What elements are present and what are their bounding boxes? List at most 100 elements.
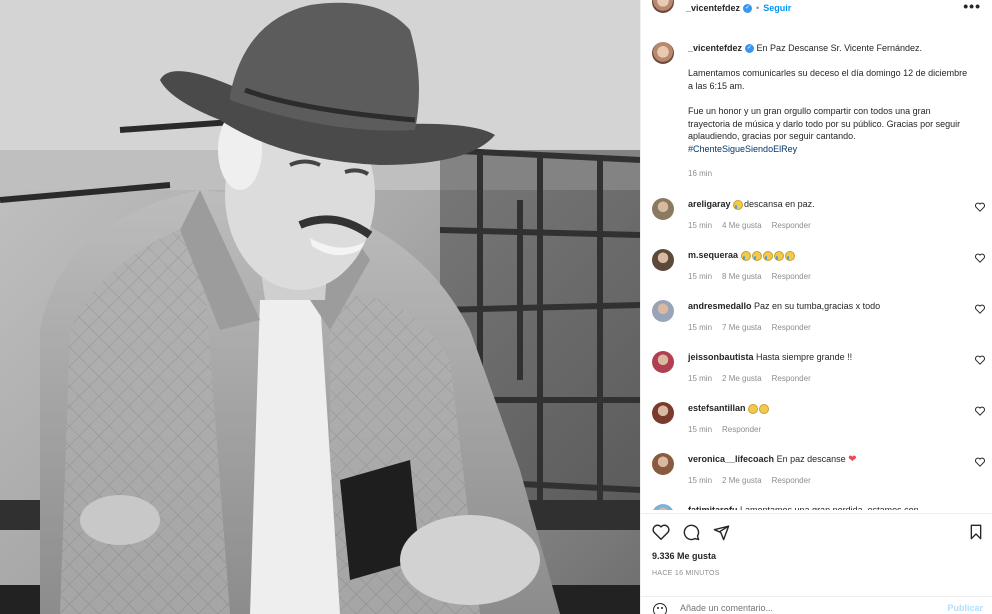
red-heart-emoji-icon: ❤ bbox=[848, 454, 857, 465]
caption-first-text: En Paz Descanse Sr. Vicente Fernández. bbox=[756, 43, 922, 53]
comment-like-heart-icon[interactable] bbox=[975, 355, 985, 365]
comment-time: 15 min bbox=[688, 323, 713, 332]
comment-item: m.sequeraa 15 min 8 Me gusta Responder bbox=[652, 243, 987, 293]
post-panel: _vicentefdez ✓ • Seguir ••• _vicentefdez… bbox=[640, 0, 992, 614]
commenter-avatar[interactable] bbox=[652, 300, 674, 322]
comment-meta: 15 min 8 Me gusta Responder bbox=[688, 272, 821, 281]
photo-artwork bbox=[0, 0, 640, 614]
commenter-avatar[interactable] bbox=[652, 402, 674, 424]
comment-like-heart-icon[interactable] bbox=[975, 253, 985, 263]
comment-text: jeissonbautista Hasta siempre grande !! bbox=[688, 352, 968, 362]
post-header: _vicentefdez ✓ • Seguir ••• bbox=[641, 0, 992, 16]
comment-item: fatimitarofu Lamentamos una gran perdida… bbox=[652, 498, 987, 510]
hashtag-link[interactable]: #ChenteSigueSiendoElRey bbox=[688, 144, 797, 154]
crying-emoji-icon bbox=[773, 250, 784, 261]
like-count[interactable]: 9.336 Me gusta bbox=[652, 551, 716, 561]
reply-button[interactable]: Responder bbox=[772, 272, 811, 281]
caption-paragraph-3: Fue un honor y un gran orgullo compartir… bbox=[688, 105, 961, 142]
comment-like-heart-icon[interactable] bbox=[975, 202, 985, 212]
heart-icon[interactable] bbox=[652, 524, 670, 540]
comment-body: Paz en su tumba,gracias x todo bbox=[754, 301, 881, 311]
crying-emoji-icon bbox=[733, 199, 744, 210]
caption: _vicentefdez ✓ En Paz Descanse Sr. Vicent… bbox=[652, 42, 982, 181]
author-avatar[interactable] bbox=[652, 0, 674, 13]
caption-hashtag: #ChenteSigueSiendoElRey bbox=[688, 143, 972, 156]
crying-emoji-icon bbox=[751, 250, 762, 261]
comment-meta: 15 min Responder bbox=[688, 425, 771, 434]
comment-text: estefsantillan bbox=[688, 403, 968, 414]
crying-emoji-icon bbox=[740, 250, 751, 261]
comment-item: veronica__lifecoach En paz descanse ❤ 15 … bbox=[652, 447, 987, 497]
caption-first-line: _vicentefdez ✓ En Paz Descanse Sr. Vicent… bbox=[688, 42, 972, 55]
comment-time: 15 min bbox=[688, 476, 713, 485]
comment-like-count[interactable]: 8 Me gusta bbox=[722, 272, 762, 281]
comment-input[interactable] bbox=[680, 603, 920, 613]
reply-button[interactable]: Responder bbox=[772, 221, 811, 230]
comment-text: fatimitarofu Lamentamos una gran perdida… bbox=[688, 505, 968, 510]
share-icon[interactable] bbox=[713, 524, 730, 541]
reply-button[interactable]: Responder bbox=[772, 374, 811, 383]
verified-icon: ✓ bbox=[745, 44, 755, 54]
comment-time: 15 min bbox=[688, 272, 713, 281]
comment-body: En paz descanse bbox=[776, 454, 846, 464]
bookmark-icon[interactable] bbox=[969, 524, 983, 540]
comment-body: Lamentamos una gran perdida, estamos con bbox=[740, 505, 919, 510]
comment-item: jeissonbautista Hasta siempre grande !! 1… bbox=[652, 345, 987, 395]
crying-emoji-icon bbox=[762, 250, 773, 261]
commenter-username[interactable]: areligaray bbox=[688, 199, 731, 209]
comment-like-count[interactable]: 2 Me gusta bbox=[722, 476, 762, 485]
comment-item: areligaray descansa en paz. 15 min 4 Me gu… bbox=[652, 192, 987, 242]
smile-icon[interactable] bbox=[653, 603, 667, 614]
commenter-username[interactable]: estefsantillan bbox=[688, 403, 746, 413]
comment-like-count[interactable]: 7 Me gusta bbox=[722, 323, 762, 332]
separator-dot: • bbox=[756, 3, 760, 13]
comment-time: 15 min bbox=[688, 425, 713, 434]
comment-text: veronica__lifecoach En paz descanse ❤ bbox=[688, 454, 968, 465]
crying-emoji-icon bbox=[784, 250, 795, 261]
caption-paragraph-2: Lamentamos comunicarles su deceso el día… bbox=[688, 68, 968, 91]
sad-emoji-icon bbox=[748, 403, 759, 414]
reply-button[interactable]: Responder bbox=[772, 476, 811, 485]
comment-time: 15 min bbox=[688, 374, 713, 383]
commenter-avatar[interactable] bbox=[652, 198, 674, 220]
comment-like-count[interactable]: 2 Me gusta bbox=[722, 374, 762, 383]
follow-button[interactable]: Seguir bbox=[763, 3, 791, 13]
commenter-username[interactable]: veronica__lifecoach bbox=[688, 454, 774, 464]
commenter-avatar[interactable] bbox=[652, 504, 674, 510]
publish-button[interactable]: Publicar bbox=[947, 603, 983, 613]
comment-meta: 15 min 7 Me gusta Responder bbox=[688, 323, 821, 332]
post-photo[interactable] bbox=[0, 0, 640, 614]
commenter-avatar[interactable] bbox=[652, 249, 674, 271]
caption-username[interactable]: _vicentefdez bbox=[688, 43, 742, 53]
comment-item: andresmedallo Paz en su tumba,gracias x … bbox=[652, 294, 987, 344]
commenter-avatar[interactable] bbox=[652, 453, 674, 475]
post-age: HACE 16 MINUTOS bbox=[652, 570, 720, 577]
commenter-avatar[interactable] bbox=[652, 351, 674, 373]
verified-icon: ✓ bbox=[743, 3, 753, 13]
sad-emoji-icon bbox=[759, 403, 770, 414]
comment-like-heart-icon[interactable] bbox=[975, 304, 985, 314]
reply-button[interactable]: Responder bbox=[722, 425, 761, 434]
action-bar: 9.336 Me gusta HACE 16 MINUTOS Publicar bbox=[641, 513, 992, 614]
comment-like-count[interactable]: 4 Me gusta bbox=[722, 221, 762, 230]
comment-meta: 15 min 2 Me gusta Responder bbox=[688, 374, 821, 383]
commenter-username[interactable]: fatimitarofu bbox=[688, 505, 738, 510]
commenter-username[interactable]: m.sequeraa bbox=[688, 250, 738, 260]
comment-text: m.sequeraa bbox=[688, 250, 968, 261]
comment-icon[interactable] bbox=[683, 524, 700, 541]
comment-item: estefsantillan 15 min Responder bbox=[652, 396, 987, 446]
comment-like-heart-icon[interactable] bbox=[975, 457, 985, 467]
comment-body: descansa en paz. bbox=[744, 199, 815, 209]
comment-list[interactable]: areligaray descansa en paz. 15 min 4 Me gu… bbox=[641, 192, 992, 510]
caption-avatar[interactable] bbox=[652, 42, 674, 64]
reply-button[interactable]: Responder bbox=[772, 323, 811, 332]
caption-body: _vicentefdez ✓ En Paz Descanse Sr. Vicent… bbox=[688, 42, 972, 181]
comment-text: andresmedallo Paz en su tumba,gracias x … bbox=[688, 301, 968, 311]
comment-meta: 15 min 2 Me gusta Responder bbox=[688, 476, 821, 485]
author-username[interactable]: _vicentefdez bbox=[686, 3, 740, 13]
commenter-username[interactable]: jeissonbautista bbox=[688, 352, 754, 362]
comment-like-heart-icon[interactable] bbox=[975, 406, 985, 416]
comment-time: 15 min bbox=[688, 221, 713, 230]
more-options-icon[interactable]: ••• bbox=[963, 0, 981, 13]
commenter-username[interactable]: andresmedallo bbox=[688, 301, 752, 311]
